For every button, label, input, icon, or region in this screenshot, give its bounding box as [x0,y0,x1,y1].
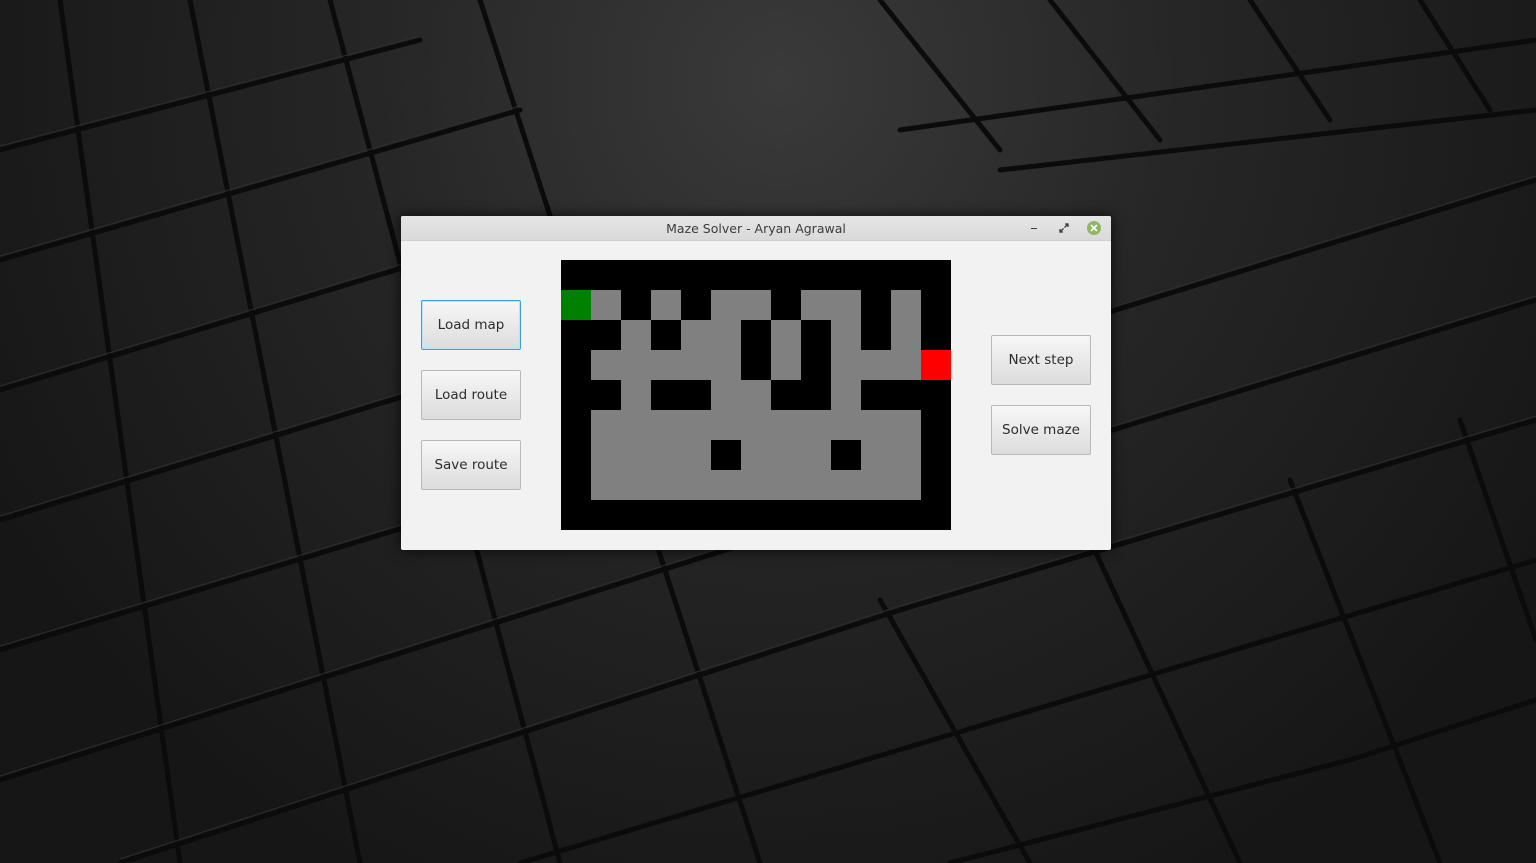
maze-path-cell [651,440,681,470]
maze-path-cell [711,350,741,380]
app-window: Maze Solver - Aryan Agrawal Load map Loa… [401,216,1111,550]
maze-path-cell [831,470,861,500]
maze-path-cell [891,290,921,320]
maze-path-cell [831,320,861,350]
maze-path-cell [681,440,711,470]
load-route-button[interactable]: Load route [421,370,521,420]
window-title: Maze Solver - Aryan Agrawal [666,221,846,236]
maze-path-cell [831,350,861,380]
maze-path-cell [861,350,891,380]
maze-path-cell [711,470,741,500]
maze-path-cell [591,290,621,320]
maze-path-cell [651,470,681,500]
maze-path-cell [681,470,711,500]
restore-icon [1059,223,1069,233]
maze-path-cell [771,350,801,380]
maze-path-cell [771,410,801,440]
maze-path-cell [771,320,801,350]
desktop: Maze Solver - Aryan Agrawal Load map Loa… [0,0,1536,863]
maze-path-cell [621,350,651,380]
maze-path-cell [621,440,651,470]
maze-path-cell [741,290,771,320]
maze-path-cell [891,410,921,440]
maze-path-cell [651,290,681,320]
title-bar[interactable]: Maze Solver - Aryan Agrawal [401,216,1111,241]
maze-start-cell [561,290,591,320]
maximize-button[interactable] [1056,220,1072,236]
maze-path-cell [771,440,801,470]
maze-path-cell [741,470,771,500]
maze-canvas [561,260,951,530]
maze-path-cell [651,350,681,380]
maze-path-cell [591,470,621,500]
maze-path-cell [651,410,681,440]
next-step-button[interactable]: Next step [991,335,1091,385]
maze-path-cell [861,440,891,470]
maze-path-cell [681,410,711,440]
maze-path-cell [861,410,891,440]
maze-path-cell [741,440,771,470]
maze-path-cell [831,410,861,440]
save-route-button[interactable]: Save route [421,440,521,490]
maze-path-cell [711,320,741,350]
maze-path-cell [621,320,651,350]
maze-path-cell [801,290,831,320]
maze-path-cell [621,380,651,410]
maze-path-cell [891,320,921,350]
solve-maze-button[interactable]: Solve maze [991,405,1091,455]
maze-path-cell [891,440,921,470]
maze-path-cell [831,290,861,320]
maze-path-cell [681,350,711,380]
maze-path-cell [801,410,831,440]
minimize-icon [1031,227,1037,230]
load-map-button[interactable]: Load map [421,300,521,350]
maze-path-cell [711,410,741,440]
maze-path-cell [591,410,621,440]
maze-path-cell [711,380,741,410]
maze-path-cell [741,410,771,440]
maze-path-cell [741,380,771,410]
maze-path-cell [801,440,831,470]
maze-path-cell [621,410,651,440]
close-icon [1087,221,1101,235]
minimize-button[interactable] [1026,220,1042,236]
maze-path-cell [681,320,711,350]
maze-path-cell [891,470,921,500]
maze-path-cell [621,470,651,500]
close-button[interactable] [1086,220,1102,236]
maze-end-cell [921,350,951,380]
maze-path-cell [711,290,741,320]
maze-path-cell [591,440,621,470]
maze-path-cell [861,470,891,500]
maze-path-cell [591,350,621,380]
maze-path-cell [831,380,861,410]
maze-path-cell [891,350,921,380]
maze-path-cell [771,470,801,500]
maze-path-cell [801,470,831,500]
